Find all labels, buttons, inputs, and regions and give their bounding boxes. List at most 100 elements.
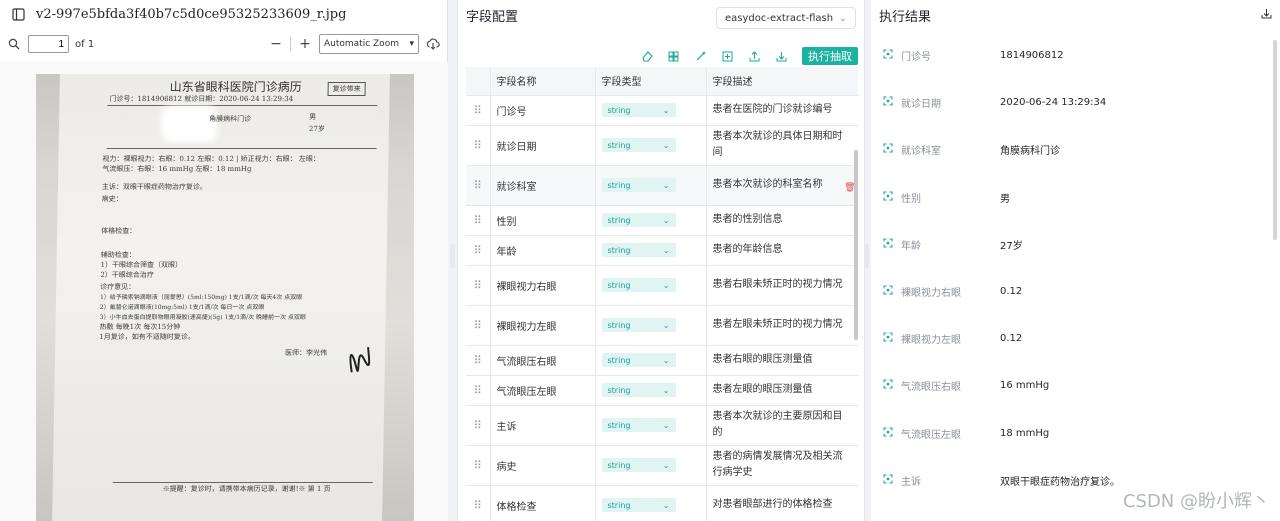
field-name-cell[interactable]: 就诊日期 <box>490 125 596 166</box>
result-scrollbar[interactable] <box>1273 40 1277 240</box>
eraser-icon[interactable] <box>640 50 653 63</box>
field-type-select[interactable]: string ⌄ <box>601 458 676 472</box>
table-row[interactable]: ⠿ 体格检查 string ⌄ 对患者眼部进行的体格检查 <box>466 485 858 521</box>
grid-icon[interactable] <box>667 50 680 63</box>
result-item[interactable]: 就诊科室 角膜病科门诊 <box>871 126 1271 173</box>
zoom-select[interactable]: Automatic Zoom ▾ <box>319 34 419 54</box>
result-item[interactable]: 气流眼压左眼 18 mmHg <box>871 410 1271 457</box>
locate-icon[interactable] <box>883 238 899 251</box>
locate-icon[interactable] <box>883 49 899 62</box>
locate-icon[interactable] <box>883 191 899 204</box>
field-name-cell[interactable]: 门诊号 <box>490 95 596 126</box>
field-type-select[interactable]: string ⌄ <box>601 178 676 192</box>
field-name-cell[interactable]: 病史 <box>490 445 596 486</box>
table-row[interactable]: ⠿ 病史 string ⌄ 患者的病情发展情况及相关流行病学史 <box>466 445 858 486</box>
field-desc-cell[interactable]: 患者本次就诊的科室名称 🗑 <box>706 165 858 206</box>
table-row[interactable]: ⠿ 裸眼视力右眼 string ⌄ 患者右眼未矫正时的视力情况 <box>466 265 858 306</box>
run-extract-button[interactable]: 执行抽取 <box>802 47 858 65</box>
drag-handle-icon[interactable]: ⠿ <box>466 485 491 521</box>
locate-icon[interactable] <box>883 379 899 392</box>
zoom-in-icon[interactable]: + <box>297 36 313 52</box>
field-desc-cell[interactable]: 患者的病情发展情况及相关流行病学史 <box>706 445 858 486</box>
table-row[interactable]: ⠿ 主诉 string ⌄ 患者本次就诊的主要原因和目的 <box>466 405 858 446</box>
field-desc-cell[interactable]: 患者的年龄信息 <box>706 235 858 266</box>
field-type-select[interactable]: string ⌄ <box>601 383 676 397</box>
table-row[interactable]: ⠿ 年龄 string ⌄ 患者的年龄信息 <box>466 235 858 266</box>
field-type-select[interactable]: string ⌄ <box>601 213 676 227</box>
model-select[interactable]: easydoc-extract-flash ⌄ <box>716 7 856 29</box>
field-type-select[interactable]: string ⌄ <box>601 498 676 512</box>
table-row[interactable]: ⠿ 门诊号 string ⌄ 患者在医院的门诊就诊编号 <box>466 95 858 126</box>
result-item[interactable]: 性别 男 <box>871 174 1271 221</box>
field-desc-cell[interactable]: 患者本次就诊的具体日期和时间 <box>706 125 858 166</box>
zoom-out-icon[interactable]: − <box>268 36 284 52</box>
drag-handle-icon[interactable]: ⠿ <box>466 95 491 126</box>
field-type-select[interactable]: string ⌄ <box>601 318 676 332</box>
drag-handle-icon[interactable]: ⠿ <box>466 125 491 166</box>
field-desc-cell[interactable]: 患者右眼未矫正时的视力情况 <box>706 265 858 306</box>
locate-icon[interactable] <box>883 143 899 156</box>
field-desc-cell[interactable]: 对患者眼部进行的体格检查 <box>706 485 858 521</box>
locate-icon[interactable] <box>883 96 899 109</box>
drag-handle-icon[interactable]: ⠿ <box>466 305 491 346</box>
locate-icon[interactable] <box>883 285 899 298</box>
result-item[interactable]: 就诊日期 2020-06-24 13:29:34 <box>871 79 1271 126</box>
add-field-icon[interactable] <box>721 50 734 63</box>
pane-splitter-left[interactable] <box>450 244 455 268</box>
result-item[interactable]: 气流眼压右眼 16 mmHg <box>871 362 1271 409</box>
field-name-cell[interactable]: 裸眼视力右眼 <box>490 265 596 306</box>
drag-handle-icon[interactable]: ⠿ <box>466 165 491 206</box>
download-icon[interactable] <box>775 50 788 63</box>
cloud-download-icon[interactable] <box>425 36 441 52</box>
field-name-cell[interactable]: 性别 <box>490 205 596 236</box>
download-icon[interactable] <box>1261 8 1272 23</box>
table-row[interactable]: ⠿ 就诊日期 string ⌄ 患者本次就诊的具体日期和时间 <box>466 125 858 166</box>
drag-handle-icon[interactable]: ⠿ <box>466 445 491 486</box>
locate-icon[interactable] <box>883 332 899 345</box>
upload-icon[interactable] <box>748 50 761 63</box>
result-item[interactable]: 年龄 27岁 <box>871 221 1271 268</box>
magic-wand-icon[interactable] <box>694 50 707 63</box>
field-type-select[interactable]: string ⌄ <box>601 243 676 257</box>
drag-handle-icon[interactable]: ⠿ <box>466 405 491 446</box>
drag-handle-icon[interactable]: ⠿ <box>466 205 491 236</box>
table-row[interactable]: ⠿ 性别 string ⌄ 患者的性别信息 <box>466 205 858 236</box>
field-name-cell[interactable]: 就诊科室 <box>490 165 596 206</box>
pane-splitter-right[interactable] <box>864 244 869 268</box>
field-name-cell[interactable]: 体格检查 <box>490 485 596 521</box>
locate-icon[interactable] <box>883 427 899 440</box>
field-desc-cell[interactable]: 患者左眼的眼压测量值 <box>706 375 858 406</box>
field-type-select[interactable]: string ⌄ <box>601 103 676 117</box>
table-row[interactable]: ⠿ 裸眼视力左眼 string ⌄ 患者左眼未矫正时的视力情况 <box>466 305 858 346</box>
sidebar-toggle-icon[interactable] <box>10 6 26 22</box>
field-desc-cell[interactable]: 患者右眼的眼压测量值 <box>706 345 858 376</box>
field-desc-cell[interactable]: 患者本次就诊的主要原因和目的 <box>706 405 858 446</box>
field-desc-cell[interactable]: 患者在医院的门诊就诊编号 <box>706 95 858 126</box>
field-type-select[interactable]: string ⌄ <box>601 138 676 152</box>
field-name-cell[interactable]: 裸眼视力左眼 <box>490 305 596 346</box>
table-row[interactable]: ⠿ 气流眼压右眼 string ⌄ 患者右眼的眼压测量值 <box>466 345 858 376</box>
field-type-select[interactable]: string ⌄ <box>601 278 676 292</box>
field-type-select[interactable]: string ⌄ <box>601 353 676 367</box>
page-number-input[interactable] <box>28 35 69 53</box>
table-row[interactable]: ⠿ 气流眼压左眼 string ⌄ 患者左眼的眼压测量值 <box>466 375 858 406</box>
drag-handle-icon[interactable]: ⠿ <box>466 265 491 306</box>
field-table-scrollbar[interactable] <box>854 150 858 340</box>
field-desc-cell[interactable]: 患者左眼未矫正时的视力情况 <box>706 305 858 346</box>
result-item[interactable]: 裸眼视力左眼 0.12 <box>871 315 1271 362</box>
field-name-cell[interactable]: 气流眼压左眼 <box>490 375 596 406</box>
field-name-cell[interactable]: 气流眼压右眼 <box>490 345 596 376</box>
field-type-select[interactable]: string ⌄ <box>601 418 676 432</box>
locate-icon[interactable] <box>883 474 899 487</box>
result-item[interactable]: 裸眼视力右眼 0.12 <box>871 268 1271 315</box>
field-desc-cell[interactable]: 患者的性别信息 <box>706 205 858 236</box>
drag-handle-icon[interactable]: ⠿ <box>466 345 491 376</box>
result-item[interactable]: 门诊号 1814906812 <box>871 32 1271 79</box>
table-row[interactable]: ⠿ 就诊科室 string ⌄ 患者本次就诊的科室名称 🗑 <box>466 165 858 206</box>
drag-handle-icon[interactable]: ⠿ <box>466 375 491 406</box>
field-name-cell[interactable]: 年龄 <box>490 235 596 266</box>
document-line: 1月复诊，如有不适随时复诊。 <box>99 333 195 341</box>
field-name-cell[interactable]: 主诉 <box>490 405 596 446</box>
search-icon[interactable] <box>6 36 22 52</box>
drag-handle-icon[interactable]: ⠿ <box>466 235 491 266</box>
